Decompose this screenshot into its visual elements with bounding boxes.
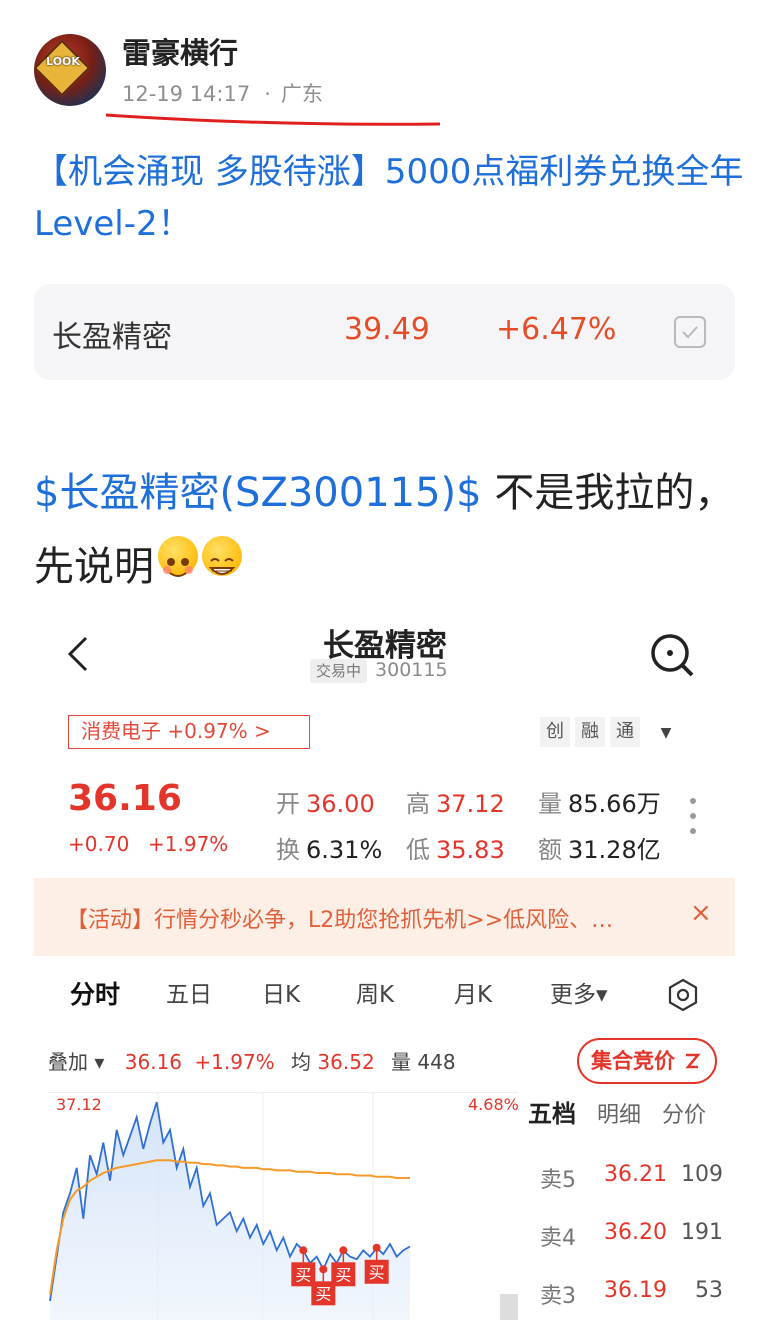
call-auction-label: 集合竞价	[591, 1049, 675, 1073]
more-options-icon[interactable]	[690, 798, 698, 843]
order-book: 五档 明细 分价 卖5 36.21 109 卖4 36.20 191 卖3 36.19 53	[528, 1094, 735, 1309]
author-avatar[interactable]: LOOK	[34, 34, 106, 106]
stock-flags: 创融通 ▼	[540, 717, 686, 748]
back-arrow-icon[interactable]	[60, 634, 100, 674]
stock-code: 300115	[375, 659, 448, 681]
overlay-pct: +1.97%	[194, 1050, 275, 1074]
quote-volume: 量 85.66万	[538, 790, 661, 818]
buy-marker-dot	[319, 1265, 328, 1274]
overlay-row: 叠加 ▾ 36.16 +1.97% 均 36.52 量 448	[48, 1046, 456, 1075]
tab-monthly-k[interactable]: 月K	[454, 975, 492, 1009]
add-watchlist-checkbox[interactable]	[674, 316, 706, 348]
post-body: $长盈精密(SZ300115)$ 不是我拉的，先说明	[34, 456, 744, 604]
sector-tag[interactable]: 消费电子 +0.97% >	[68, 715, 310, 749]
auction-icon	[685, 1053, 701, 1069]
vol-value: 448	[417, 1050, 456, 1074]
post-meta: 12-19 14:17 · 广东	[122, 78, 323, 108]
settings-icon[interactable]	[666, 978, 700, 1012]
blush-smile-emoji-icon	[158, 536, 198, 577]
buy-marker-dot	[372, 1243, 381, 1252]
vol-label: 量	[391, 1050, 412, 1074]
close-icon[interactable]: ×	[690, 898, 712, 928]
overlay-dropdown[interactable]: 叠加 ▾	[48, 1050, 104, 1074]
buy-marker-label: 买	[295, 1265, 311, 1284]
flag-tong: 通	[610, 717, 640, 747]
flag-chuang: 创	[540, 717, 570, 747]
avg-price: 36.52	[317, 1050, 375, 1074]
tab-intraday[interactable]: 分时	[70, 975, 120, 1011]
tab-more[interactable]: 更多▾	[550, 975, 608, 1009]
search-icon[interactable]	[648, 631, 698, 681]
intraday-chart[interactable]: 买买买买 37.12 4.68%	[48, 1092, 518, 1320]
price-change-pct: +1.97%	[148, 832, 229, 856]
buy-marker-dot	[299, 1246, 308, 1255]
tab-price-dist[interactable]: 分价	[662, 1103, 706, 1128]
meta-separator: ·	[264, 82, 271, 106]
buy-marker-label: 买	[315, 1284, 331, 1303]
tab-five-levels[interactable]: 五档	[528, 1100, 576, 1128]
embedded-stock-subtitle: 交易中 300115	[310, 659, 448, 683]
stock-card[interactable]: 长盈精密 39.49 +6.47%	[34, 284, 735, 380]
chart-high-label: 37.12	[56, 1095, 102, 1114]
flag-rong: 融	[575, 717, 605, 747]
price-change: +0.70	[68, 832, 130, 856]
avg-label: 均	[291, 1050, 312, 1074]
screen: { "post": { "author": "雷豪横行", "avatar_te…	[0, 0, 769, 1320]
chart-pct-label: 4.68%	[468, 1095, 518, 1114]
buy-marker: 买	[331, 1246, 356, 1287]
quote-amount: 额 31.28亿	[538, 836, 661, 864]
check-icon	[682, 326, 698, 339]
current-price: 36.16	[68, 778, 182, 819]
trading-status-tag: 交易中	[310, 659, 368, 683]
chart-period-tabs: 分时 五日 日K 周K 月K 更多▾	[34, 975, 735, 1019]
chart-scroll-handle[interactable]	[500, 1294, 518, 1320]
quote-low: 低 35.83	[406, 836, 505, 864]
tab-weekly-k[interactable]: 周K	[356, 975, 394, 1009]
quote-open: 开 36.00	[276, 790, 375, 818]
quote-turnover: 换 6.31%	[276, 836, 383, 864]
quote-high: 高 37.12	[406, 790, 505, 818]
price-area	[50, 1102, 410, 1320]
activity-notice-banner[interactable]: 【活动】行情分秒必争，L2助您抢抓先机>>低风险、… ×	[34, 878, 735, 956]
tab-detail[interactable]: 明细	[597, 1103, 641, 1128]
overlay-price: 36.16	[124, 1050, 183, 1074]
notice-text: 【活动】行情分秒必争，L2助您抢抓先机>>低风险、…	[66, 908, 614, 933]
red-underline-annotation	[105, 113, 441, 126]
stock-card-change: +6.47%	[496, 312, 617, 347]
stock-card-price: 39.49	[344, 312, 430, 347]
stock-card-name: 长盈精密	[52, 320, 172, 355]
grin-emoji-icon	[202, 536, 242, 576]
buy-marker-label: 买	[335, 1265, 351, 1284]
flags-dropdown-icon[interactable]: ▼	[651, 718, 681, 748]
avatar-badge	[34, 39, 91, 97]
order-book-tabs: 五档 明细 分价	[528, 1094, 735, 1129]
tab-five-day[interactable]: 五日	[166, 975, 212, 1009]
post-time: 12-19 14:17	[122, 82, 251, 106]
author-name[interactable]: 雷豪横行	[122, 30, 238, 72]
post-title-link[interactable]: 【机会涌现 多股待涨】5000点福利券兑换全年Level-2！	[34, 146, 744, 250]
post-location: 广东	[280, 82, 323, 106]
call-auction-button[interactable]: 集合竞价	[577, 1038, 717, 1084]
avatar-badge-text: LOOK	[46, 55, 80, 68]
buy-marker-dot	[339, 1246, 348, 1255]
buy-marker: 买	[364, 1243, 389, 1284]
buy-marker-label: 买	[369, 1263, 385, 1282]
stock-mention-link[interactable]: $长盈精密(SZ300115)$	[34, 470, 482, 516]
tab-daily-k[interactable]: 日K	[262, 975, 300, 1009]
